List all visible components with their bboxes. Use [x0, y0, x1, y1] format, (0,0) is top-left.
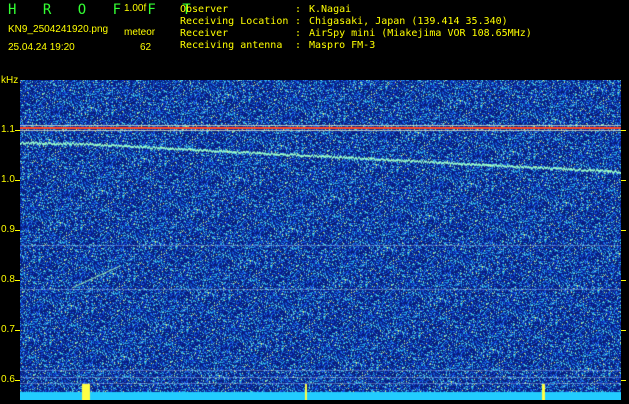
info-sep: : — [295, 28, 302, 39]
info-row-observer: Observer: K.Nagai — [180, 4, 351, 16]
info-row-receiver: Receiver: AirSpy mini (Miakejima VOR 108.… — [180, 28, 532, 40]
y-tick-label: 1.1 — [1, 124, 15, 135]
y-tick-label: 0.7 — [1, 324, 15, 335]
y-tick-mark — [15, 180, 20, 181]
y-tick-mark-right — [621, 130, 626, 131]
y-tick-mark — [15, 280, 20, 281]
header-panel: H R O F F T 1.00f KN9_2504241920.png met… — [0, 0, 629, 72]
app-logo: H R O F F T — [8, 2, 200, 18]
meteor-label: meteor — [124, 27, 156, 38]
spectrogram-canvas — [20, 80, 621, 400]
version-label: 1.00f — [124, 3, 147, 14]
y-tick-label: 0.6 — [1, 374, 15, 385]
y-tick-mark — [15, 230, 20, 231]
file-name: KN9_2504241920.png — [8, 24, 109, 35]
date-time: 25.04.24 19:20 — [8, 42, 75, 53]
info-key: Observer — [180, 4, 229, 15]
unit-label: kHz — [1, 75, 19, 86]
info-value: AirSpy mini (Miakejima VOR 108.65MHz) — [309, 28, 532, 39]
info-key: Receiving antenna — [180, 40, 283, 51]
y-tick-mark — [15, 130, 20, 131]
info-key: Receiving Location — [180, 16, 289, 27]
y-tick-mark-right — [621, 180, 626, 181]
y-tick-mark — [15, 380, 20, 381]
y-tick-mark-right — [621, 330, 626, 331]
meteor-count: 62 — [140, 42, 152, 53]
y-tick-mark-right — [621, 230, 626, 231]
info-sep: : — [295, 40, 302, 51]
info-sep: : — [295, 16, 302, 27]
info-value: K.Nagai — [309, 4, 352, 15]
spectrogram-plot — [20, 80, 621, 400]
y-tick-label: 1.0 — [1, 174, 15, 185]
y-tick-label: 0.9 — [1, 224, 15, 235]
info-key: Receiver — [180, 28, 229, 39]
info-value: Maspro FM-3 — [309, 40, 376, 51]
y-tick-mark — [15, 330, 20, 331]
y-tick-label: 0.8 — [1, 274, 15, 285]
info-sep: : — [295, 4, 302, 15]
y-tick-mark-right — [621, 380, 626, 381]
info-row-antenna: Receiving antenna: Maspro FM-3 — [180, 40, 375, 52]
info-value: Chigasaki, Japan (139.414 35.340) — [309, 16, 508, 27]
y-tick-mark-right — [621, 280, 626, 281]
info-row-location: Receiving Location: Chigasaki, Japan (139… — [180, 16, 508, 28]
